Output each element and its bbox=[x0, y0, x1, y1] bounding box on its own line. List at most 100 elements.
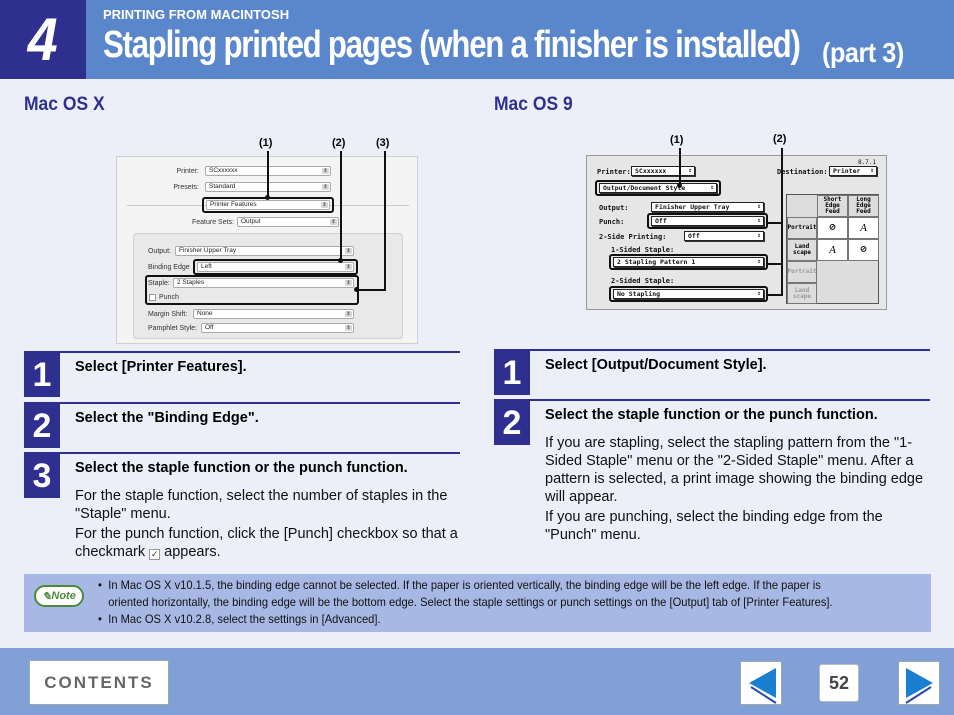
one-sided-staple-label: 1-Sided Staple: bbox=[611, 246, 675, 254]
note-item: In Mac OS X v10.1.5, the binding edge ca… bbox=[98, 577, 870, 594]
leader-line-os9-2b bbox=[767, 263, 783, 265]
leader-line-os9-2c bbox=[767, 294, 783, 296]
pamphlet-style-label: Pamphlet Style: bbox=[148, 325, 198, 332]
step-rule bbox=[24, 351, 460, 353]
step-paragraph: If you are punching, select the binding … bbox=[545, 509, 883, 543]
destination-label: Destination: bbox=[777, 168, 828, 176]
page-number: 52 bbox=[819, 664, 859, 702]
step-paragraph: For the staple function, select the numb… bbox=[75, 488, 448, 522]
page-title: Stapling printed pages (when a finisher … bbox=[103, 24, 801, 66]
step-title: Select [Output/Document Style]. bbox=[545, 357, 767, 373]
leader-dot-os9-1 bbox=[677, 183, 682, 188]
step-paragraph: If you are stapling, select the stapling… bbox=[545, 435, 924, 505]
checkmark-icon: ✓ bbox=[149, 549, 161, 560]
page-footer: CONTENTS 52 bbox=[0, 648, 954, 715]
step-rule bbox=[24, 402, 460, 404]
chevron-updown-icon: ⇕ bbox=[345, 325, 352, 331]
chapter-badge: 4 bbox=[0, 0, 86, 79]
next-page-button[interactable] bbox=[898, 661, 940, 705]
mac-os-9-print-dialog: 8.7.1 Printer: SCxxxxxx ⇕ Destination: Pr… bbox=[586, 155, 887, 310]
margin-shift-select[interactable]: None ⇕ bbox=[193, 309, 354, 319]
callout-os9-1: (1) bbox=[670, 134, 684, 146]
chevron-updown-icon: ⇕ bbox=[345, 248, 352, 254]
no-entry-icon: ⊘ bbox=[817, 217, 848, 239]
feature-sets-label: Feature Sets: bbox=[191, 219, 234, 226]
header-short-edge: Short Edge Feed bbox=[817, 195, 848, 217]
printer-label: Printer: bbox=[176, 168, 199, 175]
chevron-updown-icon: ⇕ bbox=[322, 184, 329, 190]
step-title: Select [Printer Features]. bbox=[75, 359, 247, 375]
output-select[interactable]: Finisher Upper Tray ⇕ bbox=[651, 202, 764, 212]
chevron-updown-icon: ⇕ bbox=[322, 168, 329, 174]
two-side-printing-select[interactable]: Off ⇕ bbox=[684, 231, 764, 241]
highlight-os9-punch bbox=[647, 213, 768, 229]
binding-edge-label: Binding Edge bbox=[148, 264, 190, 271]
section-label: PRINTING FROM MACINTOSH bbox=[103, 7, 290, 22]
output-label: Output: bbox=[599, 204, 629, 212]
margin-shift-label: Margin Shift: bbox=[148, 311, 188, 318]
version-label: 8.7.1 bbox=[857, 159, 876, 166]
note-box: ✎Note In Mac OS X v10.1.5, the binding e… bbox=[24, 574, 931, 632]
highlight-2 bbox=[193, 259, 358, 275]
step-number: 2 bbox=[494, 401, 530, 445]
row-landscape-disabled: Land scape bbox=[787, 283, 817, 304]
chevron-updown-icon: ⇕ bbox=[757, 203, 761, 210]
chevron-updown-icon: ⇕ bbox=[330, 219, 337, 225]
destination-select[interactable]: Printer ⇕ bbox=[829, 166, 877, 176]
chevron-updown-icon: ⇕ bbox=[345, 311, 352, 317]
step-number: 3 bbox=[24, 454, 60, 498]
right-arrow-icon bbox=[905, 668, 933, 704]
callout-2: (2) bbox=[332, 137, 346, 149]
callout-1: (1) bbox=[259, 137, 273, 149]
step-paragraph: For the punch function, click the [Punch… bbox=[75, 526, 458, 560]
two-sided-staple-label: 2-Sided Staple: bbox=[611, 277, 675, 285]
leader-dot-3 bbox=[354, 287, 359, 292]
chevron-updown-icon: ⇕ bbox=[757, 232, 761, 239]
note-item-continued: oriented horizontally, the binding edge … bbox=[108, 595, 833, 609]
leader-line-1 bbox=[267, 151, 269, 198]
chevron-updown-icon: ⇕ bbox=[870, 167, 874, 174]
step-rule bbox=[494, 349, 930, 351]
page-header: 4 PRINTING FROM MACINTOSH Stapling print… bbox=[0, 0, 954, 79]
chevron-updown-icon: ⇕ bbox=[688, 167, 692, 174]
two-side-printing-label: 2-Side Printing: bbox=[599, 233, 667, 241]
leader-line-os9-2a bbox=[767, 222, 783, 224]
row-portrait: Portrait bbox=[787, 217, 817, 239]
letter-a-preview-icon: A bbox=[848, 217, 879, 239]
output-select[interactable]: Finisher Upper Tray ⇕ bbox=[175, 246, 354, 256]
chapter-number: 4 bbox=[27, 6, 59, 73]
highlight-os9-3 bbox=[609, 286, 768, 302]
leader-dot-2 bbox=[338, 258, 343, 263]
step-title: Select the staple function or the punch … bbox=[545, 407, 878, 423]
row-landscape: Land scape bbox=[787, 239, 817, 261]
step-body: If you are stapling, select the stapling… bbox=[545, 434, 925, 546]
leader-line-2 bbox=[340, 151, 342, 261]
highlight-os9-2 bbox=[609, 254, 768, 270]
step-rule bbox=[24, 452, 460, 454]
highlight-os9-1 bbox=[595, 180, 721, 196]
previous-page-button[interactable] bbox=[740, 661, 782, 705]
note-badge: ✎ Note bbox=[34, 585, 84, 607]
step-number: 1 bbox=[24, 353, 60, 397]
leader-line-3 bbox=[384, 151, 386, 291]
step-rule bbox=[494, 399, 930, 401]
contents-button[interactable]: CONTENTS bbox=[29, 660, 169, 705]
step-title: Select the staple function or the punch … bbox=[75, 460, 408, 476]
letter-a-preview-icon: A bbox=[817, 239, 848, 261]
pamphlet-style-select[interactable]: Off ⇕ bbox=[201, 323, 354, 333]
no-entry-icon: ⊘ bbox=[848, 239, 879, 261]
mac-os-x-heading: Mac OS X bbox=[24, 94, 105, 115]
row-portrait-disabled: Portrait bbox=[787, 261, 817, 283]
leader-line-3-h bbox=[356, 289, 386, 291]
callout-3: (3) bbox=[376, 137, 390, 149]
mac-os-9-heading: Mac OS 9 bbox=[494, 94, 573, 115]
punch-label: Punch: bbox=[599, 218, 625, 226]
step-number: 2 bbox=[24, 404, 60, 448]
note-list: In Mac OS X v10.1.5, the binding edge ca… bbox=[98, 577, 928, 628]
highlight-3 bbox=[145, 275, 359, 305]
callout-os9-2: (2) bbox=[773, 133, 787, 145]
step-body: For the staple function, select the numb… bbox=[75, 487, 465, 563]
feature-sets-select[interactable]: Output ⇕ bbox=[237, 217, 339, 227]
pencil-icon: ✎ bbox=[42, 590, 52, 603]
printer-select[interactable]: SCxxxxxx ⇕ bbox=[631, 166, 695, 176]
